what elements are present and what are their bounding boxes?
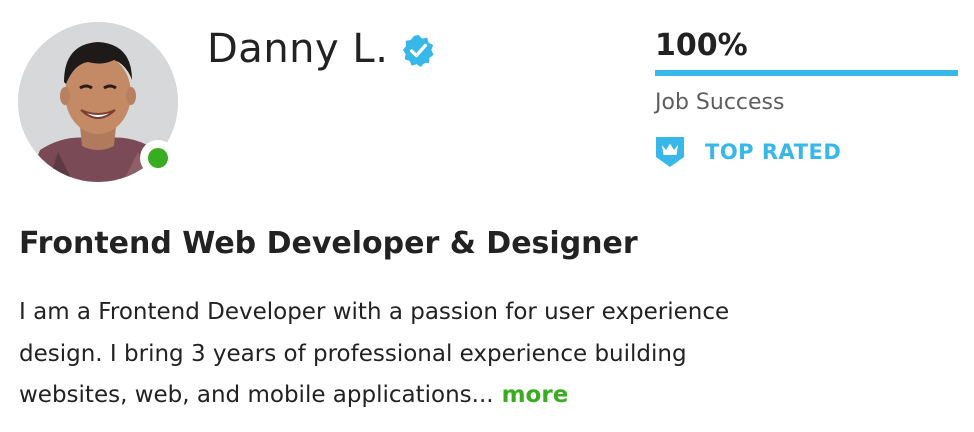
job-success-bar-fill — [655, 70, 958, 76]
profile-title: Frontend Web Developer & Designer — [19, 226, 638, 261]
online-status-indicator — [140, 140, 176, 176]
top-rated-shield-icon — [656, 137, 684, 167]
job-success-label: Job Success — [655, 90, 785, 115]
job-success-bar — [655, 70, 958, 76]
name-row: Danny L. — [207, 24, 435, 74]
description-line-text: websites, web, and mobile applications..… — [19, 382, 494, 408]
top-rated-label: TOP RATED — [705, 140, 842, 164]
top-rated-badge[interactable]: TOP RATED — [655, 136, 841, 168]
profile-description: I am a Frontend Developer with a passion… — [19, 292, 919, 417]
description-line: I am a Frontend Developer with a passion… — [19, 299, 730, 325]
description-line-last: websites, web, and mobile applications..… — [19, 375, 919, 417]
description-line: design. I bring 3 years of professional … — [19, 340, 687, 367]
profile-name[interactable]: Danny L. — [207, 24, 388, 74]
verified-badge-icon[interactable] — [402, 34, 435, 67]
avatar-container[interactable] — [18, 22, 178, 182]
more-link[interactable]: more — [502, 382, 569, 408]
job-success-value: 100% — [655, 28, 748, 63]
